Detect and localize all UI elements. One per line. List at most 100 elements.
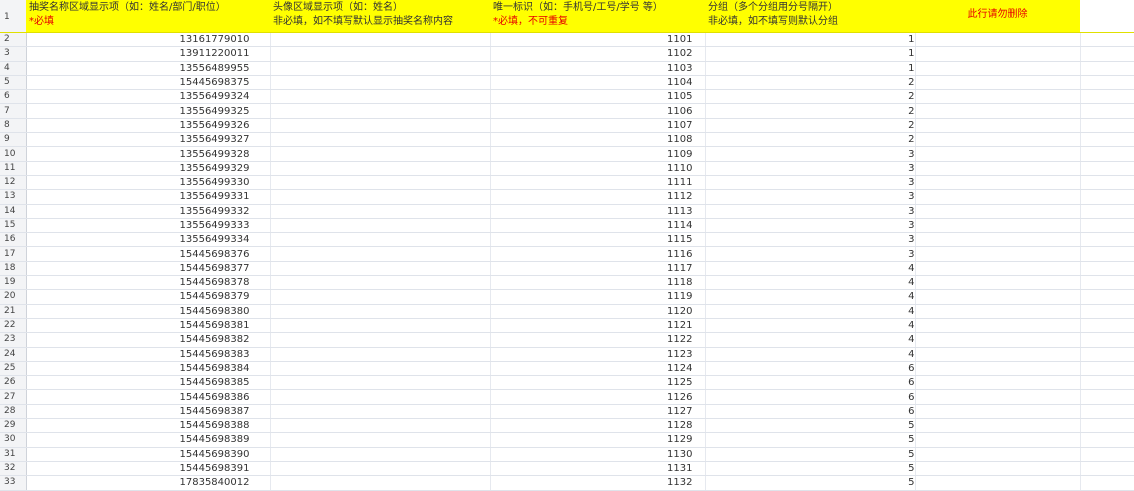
cell-group[interactable]: 3 [705,175,916,191]
cell-avatar[interactable] [270,404,491,420]
row-number[interactable]: 30 [0,432,27,448]
empty-cell[interactable] [915,232,1081,248]
empty-cell[interactable] [1080,375,1134,391]
cell-display-name[interactable]: 13556499327 [26,132,271,148]
cell-unique-id[interactable]: 1106 [490,103,706,119]
empty-cell[interactable] [1080,361,1134,377]
header-cell-unique-id[interactable]: 唯一标识（如：手机号/工号/学号 等） *必填，不可重复 [490,0,705,33]
cell-avatar[interactable] [270,61,491,76]
row-number[interactable]: 26 [0,375,27,391]
cell-group[interactable]: 6 [705,389,916,405]
empty-cell[interactable] [915,75,1081,91]
empty-cell[interactable] [915,275,1081,291]
empty-cell[interactable] [915,118,1081,134]
empty-cell[interactable] [915,161,1081,176]
cell-group[interactable]: 2 [705,89,916,105]
empty-cell[interactable] [1080,461,1134,477]
row-number[interactable]: 16 [0,232,27,248]
cell-unique-id[interactable]: 1126 [490,389,706,405]
cell-group[interactable]: 6 [705,375,916,391]
cell-display-name[interactable]: 15445698379 [26,289,271,305]
cell-display-name[interactable]: 15445698385 [26,375,271,391]
cell-avatar[interactable] [270,89,491,105]
empty-cell[interactable] [915,261,1081,277]
cell-avatar[interactable] [270,75,491,91]
cell-avatar[interactable] [270,32,491,48]
cell-display-name[interactable]: 15445698389 [26,432,271,448]
cell-avatar[interactable] [270,447,491,462]
empty-cell[interactable] [1080,432,1134,448]
header-cell-display-name[interactable]: 抽奖名称区域显示项（如：姓名/部门/职位） *必填 [26,0,270,33]
cell-avatar[interactable] [270,175,491,191]
empty-cell[interactable] [915,175,1081,191]
cell-display-name[interactable]: 13556489955 [26,61,271,76]
cell-avatar[interactable] [270,304,491,319]
cell-display-name[interactable]: 15445698390 [26,447,271,462]
cell-avatar[interactable] [270,118,491,134]
empty-cell[interactable] [1080,89,1134,105]
cell-unique-id[interactable]: 1108 [490,132,706,148]
cell-display-name[interactable]: 13556499334 [26,232,271,248]
cell-unique-id[interactable]: 1127 [490,404,706,420]
cell-display-name[interactable]: 15445698391 [26,461,271,477]
empty-cell[interactable] [915,89,1081,105]
cell-avatar[interactable] [270,461,491,477]
cell-unique-id[interactable]: 1112 [490,189,706,205]
row-number[interactable]: 33 [0,475,27,491]
empty-cell[interactable] [1080,261,1134,277]
cell-unique-id[interactable]: 1132 [490,475,706,491]
row-number[interactable]: 7 [0,103,27,119]
cell-group[interactable]: 3 [705,189,916,205]
empty-cell[interactable] [915,103,1081,119]
cell-group[interactable]: 4 [705,347,916,362]
cell-avatar[interactable] [270,318,491,334]
empty-cell[interactable] [1080,175,1134,191]
cell-unique-id[interactable]: 1102 [490,46,706,62]
cell-unique-id[interactable]: 1119 [490,289,706,305]
cell-group[interactable]: 3 [705,161,916,176]
cell-display-name[interactable]: 13911220011 [26,46,271,62]
cell-avatar[interactable] [270,161,491,176]
row-number[interactable]: 22 [0,318,27,334]
cell-display-name[interactable]: 15445698377 [26,261,271,277]
cell-avatar[interactable] [270,46,491,62]
empty-cell[interactable] [915,318,1081,334]
cell-group[interactable]: 5 [705,475,916,491]
empty-cell[interactable] [915,475,1081,491]
row-number[interactable]: 32 [0,461,27,477]
cell-unique-id[interactable]: 1110 [490,161,706,176]
cell-avatar[interactable] [270,103,491,119]
row-number[interactable]: 12 [0,175,27,191]
cell-avatar[interactable] [270,389,491,405]
empty-cell[interactable] [915,46,1081,62]
empty-cell[interactable] [1080,132,1134,148]
row-number[interactable]: 20 [0,289,27,305]
empty-cell[interactable] [915,375,1081,391]
cell-group[interactable]: 1 [705,61,916,76]
cell-avatar[interactable] [270,375,491,391]
cell-display-name[interactable]: 13556499326 [26,118,271,134]
cell-unique-id[interactable]: 1111 [490,175,706,191]
row-number[interactable]: 14 [0,204,27,219]
empty-cell[interactable] [1080,189,1134,205]
empty-cell[interactable] [915,389,1081,405]
empty-cell[interactable] [1080,389,1134,405]
empty-cell[interactable] [1080,275,1134,291]
cell-group[interactable]: 5 [705,461,916,477]
cell-group[interactable]: 5 [705,447,916,462]
cell-group[interactable]: 5 [705,432,916,448]
row-number[interactable]: 28 [0,404,27,420]
cell-avatar[interactable] [270,261,491,277]
empty-cell[interactable] [1080,318,1134,334]
empty-cell[interactable] [1080,75,1134,91]
row-number[interactable]: 2 [0,32,27,48]
empty-cell[interactable] [1080,0,1134,33]
empty-cell[interactable] [915,61,1081,76]
cell-group[interactable]: 6 [705,361,916,377]
row-number[interactable]: 24 [0,347,27,362]
row-number[interactable]: 8 [0,118,27,134]
cell-avatar[interactable] [270,232,491,248]
empty-cell[interactable] [1080,447,1134,462]
cell-unique-id[interactable]: 1113 [490,204,706,219]
cell-group[interactable]: 2 [705,75,916,91]
